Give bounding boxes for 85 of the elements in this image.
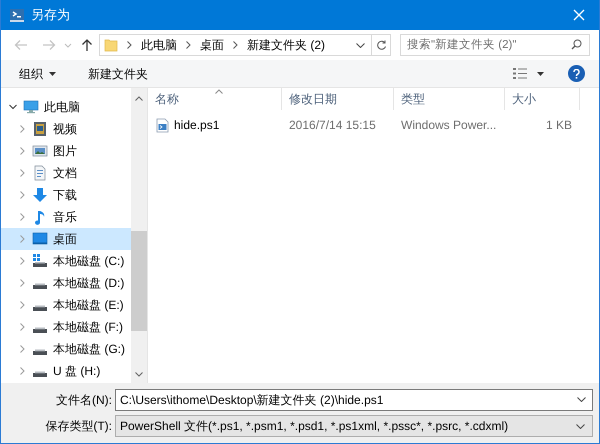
tree-item[interactable]: U 盘 (H:) [1, 360, 131, 382]
picture-icon [32, 143, 48, 159]
drive-icon [32, 370, 48, 378]
chevron-right-icon[interactable] [18, 345, 26, 353]
chevron-right-icon[interactable] [18, 169, 26, 177]
tree-item[interactable]: 本地磁盘 (E:) [1, 294, 131, 316]
view-list-icon [513, 68, 527, 79]
chevron-right-icon[interactable] [18, 279, 26, 287]
scroll-down-icon[interactable] [135, 372, 143, 377]
powershell-icon [9, 7, 25, 23]
tree-item[interactable]: 本地磁盘 (D:) [1, 272, 131, 294]
chevron-right-icon [233, 41, 238, 49]
chevron-down-icon[interactable] [9, 103, 17, 111]
tree-item[interactable]: 此电脑 [1, 96, 131, 118]
chevron-right-icon[interactable] [18, 367, 26, 375]
tree-item[interactable]: 下载 [1, 184, 131, 206]
refresh-icon [376, 40, 386, 50]
scroll-up-icon[interactable] [135, 96, 143, 101]
chevron-right-icon[interactable] [18, 213, 26, 221]
sort-caret-icon [215, 89, 223, 94]
tree-item[interactable]: 桌面 [1, 228, 131, 250]
field-label: 文件名(N): [55, 392, 113, 409]
breadcrumb[interactable]: 新建文件夹 (2) [247, 36, 325, 54]
caret-icon [537, 72, 544, 76]
file-name: hide.ps1 [174, 117, 220, 134]
breadcrumb[interactable]: 此电脑 [141, 36, 177, 54]
folder-icon [104, 38, 118, 52]
tree-item[interactable]: 本地磁盘 (C:) [1, 250, 131, 272]
drive-icon [32, 282, 48, 290]
column-header[interactable]: 修改日期 [282, 88, 394, 110]
file-type: Windows Power... [400, 117, 498, 134]
chevron-right-icon [127, 41, 132, 49]
chevron-right-icon[interactable] [18, 257, 26, 265]
column-header[interactable]: 大小 [505, 88, 580, 110]
tree-item[interactable]: 视频 [1, 118, 131, 140]
chevron-right-icon[interactable] [18, 191, 26, 199]
tree-item[interactable]: 本地磁盘 (G:) [1, 338, 131, 360]
file-type-dropdown[interactable]: PowerShell 文件(*.ps1, *.psm1, *.psd1, *.ps1xml, *.pssc*, *.psrc, *.cdxml) [115, 415, 593, 437]
caret-icon [64, 42, 72, 48]
address-bar[interactable]: 此电脑 桌面 新建文件夹 (2) [99, 34, 391, 56]
column-header[interactable]: 名称 [148, 88, 282, 110]
tree-item[interactable]: 本地磁盘 (F:) [1, 316, 131, 338]
chevron-right-icon[interactable] [18, 235, 26, 243]
chevron-right-icon[interactable] [18, 125, 26, 133]
help-button[interactable] [568, 65, 585, 82]
film-icon [32, 121, 48, 137]
scrollbar[interactable] [131, 88, 147, 383]
question-mark-icon [573, 68, 580, 78]
chevron-down-icon [356, 42, 365, 48]
caret-icon [49, 72, 56, 76]
chevron-right-icon[interactable] [18, 147, 26, 155]
chevron-down-icon [577, 397, 586, 402]
chevron-right-icon[interactable] [18, 323, 26, 331]
computer-icon [23, 99, 39, 115]
down-arrow-icon [32, 187, 48, 203]
document-icon [32, 165, 48, 181]
search-field[interactable]: 搜索"新建文件夹 (2)" [400, 34, 590, 56]
breadcrumb[interactable]: 桌面 [200, 36, 224, 54]
scroll-thumb[interactable] [131, 231, 147, 331]
tree-item[interactable]: 图片 [1, 140, 131, 162]
new-folder-button[interactable]: 新建文件夹 [82, 62, 154, 84]
tree-item[interactable]: 文档 [1, 162, 131, 184]
drive-icon [32, 326, 48, 334]
search-icon [571, 39, 582, 50]
right-arrow-icon [42, 39, 56, 51]
column-header[interactable]: 类型 [394, 88, 505, 110]
chevron-down-icon [576, 424, 585, 428]
chevron-right-icon [186, 41, 191, 49]
field-label: 保存类型(T): [44, 418, 113, 435]
file-row[interactable]: hide.ps1 2016/7/14 15:15 Windows Power... 1 KB [148, 114, 599, 136]
window-title: 另存为 [31, 6, 70, 24]
up-arrow-icon [81, 38, 93, 52]
tree-item[interactable]: 音乐 [1, 206, 131, 228]
left-arrow-icon [14, 39, 28, 51]
drive-icon [32, 253, 48, 269]
file-size: 1 KB [544, 117, 573, 134]
drive-icon [32, 304, 48, 312]
desktop-icon [32, 231, 48, 247]
file-date: 2016/7/14 15:15 [288, 117, 377, 134]
drive-icon [32, 348, 48, 356]
close-icon [573, 9, 585, 21]
script-file-icon [156, 118, 169, 132]
organize-button[interactable]: 组织 [13, 62, 62, 84]
chevron-right-icon[interactable] [18, 301, 26, 309]
filename-field[interactable]: C:\Users\ithome\Desktop\新建文件夹 (2)\hide.ps1 [115, 389, 593, 411]
